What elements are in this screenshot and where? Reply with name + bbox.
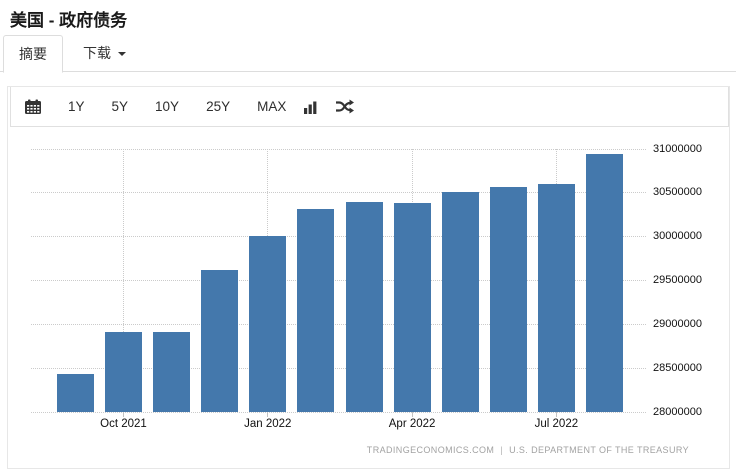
x-axis-tick — [555, 412, 557, 417]
y-axis-label: 29500000 — [653, 274, 702, 286]
chart-attribution: TRADINGECONOMICS.COM | U.S. DEPARTMENT OF … — [367, 445, 689, 455]
range-1y-button[interactable]: 1Y — [68, 99, 85, 114]
range-5y-button[interactable]: 5Y — [112, 99, 129, 114]
page: 美国 - 政府债务 摘要 下载 1Y 5Y 10Y 25Y MAX 280000… — [0, 0, 736, 475]
range-25y-button[interactable]: 25Y — [206, 99, 230, 114]
attribution-source: TRADINGECONOMICS.COM — [366, 445, 495, 455]
x-axis-tick — [267, 412, 269, 417]
tab-download-label: 下载 — [83, 45, 111, 61]
range-max-button[interactable]: MAX — [257, 99, 286, 114]
attribution-provider: U.S. DEPARTMENT OF THE TREASURY — [509, 445, 689, 455]
tab-summary[interactable]: 摘要 — [3, 35, 63, 73]
tab-bar: 摘要 下载 — [0, 35, 736, 73]
bar-sep-2021[interactable] — [56, 374, 94, 412]
bar-nov-2021[interactable] — [153, 332, 191, 412]
bar-chart-icon[interactable] — [303, 100, 318, 114]
y-axis-label: 28000000 — [653, 405, 702, 418]
x-axis-label: Apr 2022 — [388, 418, 436, 430]
range-buttons: 1Y 5Y 10Y 25Y MAX — [68, 99, 286, 114]
tab-download[interactable]: 下载 — [63, 35, 146, 73]
chevron-down-icon — [118, 52, 126, 56]
chart-widget: 1Y 5Y 10Y 25Y MAX 28000000 28500000 29000000 29… — [7, 86, 730, 469]
attribution-separator: | — [500, 445, 504, 455]
bar-mar-2022[interactable] — [345, 201, 383, 412]
bar-jun-2022[interactable] — [489, 186, 527, 412]
bar-jul-2022[interactable] — [537, 184, 575, 412]
y-axis-label: 30000000 — [653, 230, 702, 243]
bar-oct-2021[interactable] — [105, 332, 142, 412]
bar-apr-2022[interactable] — [393, 203, 431, 412]
y-axis-label: 28500000 — [653, 361, 702, 374]
bar-jan-2022[interactable] — [249, 235, 287, 412]
bar-feb-2022[interactable] — [297, 209, 335, 412]
x-axis-tick — [123, 412, 124, 417]
range-10y-button[interactable]: 10Y — [155, 99, 179, 114]
chart-toolbar: 1Y 5Y 10Y 25Y MAX — [10, 87, 729, 127]
x-axis-label: Oct 2021 — [100, 418, 147, 430]
bar-may-2022[interactable] — [441, 191, 479, 412]
x-axis-label: Jan 2022 — [244, 418, 292, 430]
bar-dec-2021[interactable] — [201, 269, 239, 412]
shuffle-icon[interactable] — [335, 99, 355, 114]
calendar-icon[interactable] — [24, 99, 42, 115]
y-axis-label: 30500000 — [653, 186, 702, 199]
bar-aug-2022[interactable] — [586, 154, 623, 412]
chart-plot: 28000000 28500000 29000000 29500000 30000000… — [8, 127, 729, 468]
y-axis-label: 29000000 — [653, 317, 702, 330]
x-axis-label: Jul 2022 — [534, 418, 579, 430]
y-axis-label: 31000000 — [653, 142, 702, 155]
page-title: 美国 - 政府债务 — [10, 11, 128, 30]
tab-summary-label: 摘要 — [19, 46, 47, 62]
x-axis-tick — [411, 412, 413, 417]
